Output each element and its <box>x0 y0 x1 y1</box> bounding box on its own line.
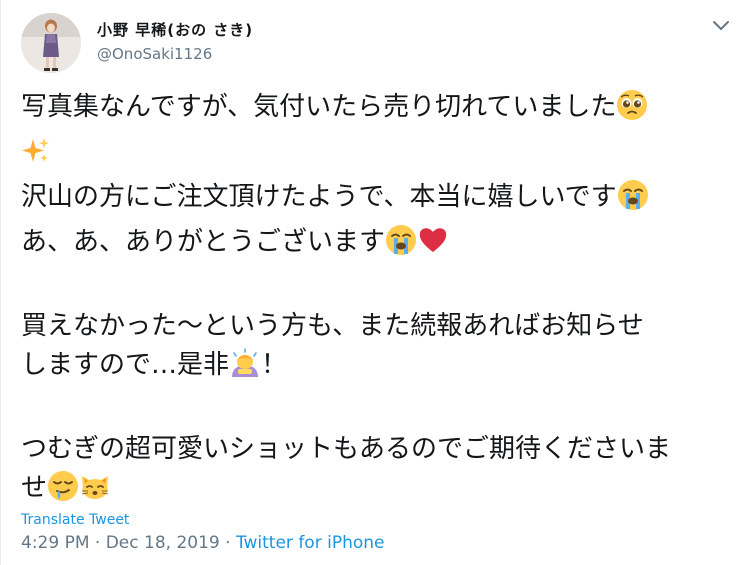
tweet-line-text: しますので…是非 <box>21 350 230 380</box>
tweet-line-text: ！ <box>261 350 288 380</box>
tweet-line-text: 沢山の方にご注文頂けたようで、本当に嬉しいです <box>21 182 617 212</box>
tweet-timestamp[interactable]: 4:29 PM · Dec 18, 2019 · <box>21 533 236 553</box>
tweet-line-text: 買えなかった～という方も、また続報あればお知らせ <box>21 311 644 341</box>
tweet-source-link[interactable]: Twitter for iPhone <box>236 533 385 553</box>
tweet-line-text: あ、あ、ありがとうございます <box>21 227 386 257</box>
tweet-line: しますので…是非 ！ <box>21 346 733 391</box>
translate-tweet-link[interactable]: Translate Tweet <box>21 512 129 528</box>
tweet-card: 小野 早稀(おの さき) @OnoSaki1126 写真集なんですが、気付いたら… <box>0 0 747 565</box>
tweet-line <box>21 133 733 178</box>
drooling-face-emoji <box>47 470 79 514</box>
tweet-line: せ <box>21 469 733 514</box>
person-bowing-emoji <box>229 347 261 391</box>
chevron-down-icon[interactable] <box>711 18 731 32</box>
tweet-line-text: つむぎの超可愛いショットもあるのでご期待くださいま <box>21 434 672 464</box>
red-heart-emoji <box>417 224 449 268</box>
tweet-meta: 4:29 PM · Dec 18, 2019 · Twitter for iPh… <box>21 533 384 553</box>
author-display-name[interactable]: 小野 早稀(おの さき) <box>97 19 253 40</box>
pleading-face-emoji <box>616 89 648 133</box>
tweet-line: 沢山の方にご注文頂けたようで、本当に嬉しいです <box>21 178 733 223</box>
sparkles-emoji <box>21 136 51 178</box>
tweet-line-text: せ <box>21 473 48 503</box>
tweet-line: 買えなかった～という方も、また続報あればお知らせ <box>21 307 733 346</box>
loudly-crying-face-emoji <box>385 224 417 268</box>
tweet-line: 写真集なんですが、気付いたら売り切れていました <box>21 88 733 133</box>
tweet-line: つむぎの超可愛いショットもあるのでご期待くださいま <box>21 430 733 469</box>
avatar[interactable] <box>21 13 81 73</box>
loudly-crying-face-emoji <box>617 179 649 223</box>
cat-face-emoji <box>79 470 111 514</box>
author-handle[interactable]: @OnoSaki1126 <box>97 45 212 63</box>
tweet-text: 写真集なんですが、気付いたら売り切れていました 沢山の方にご注文頂けたようで、本… <box>21 88 733 514</box>
tweet-line-text: 写真集なんですが、気付いたら売り切れていました <box>21 92 617 122</box>
tweet-line: あ、あ、ありがとうございます <box>21 223 733 268</box>
